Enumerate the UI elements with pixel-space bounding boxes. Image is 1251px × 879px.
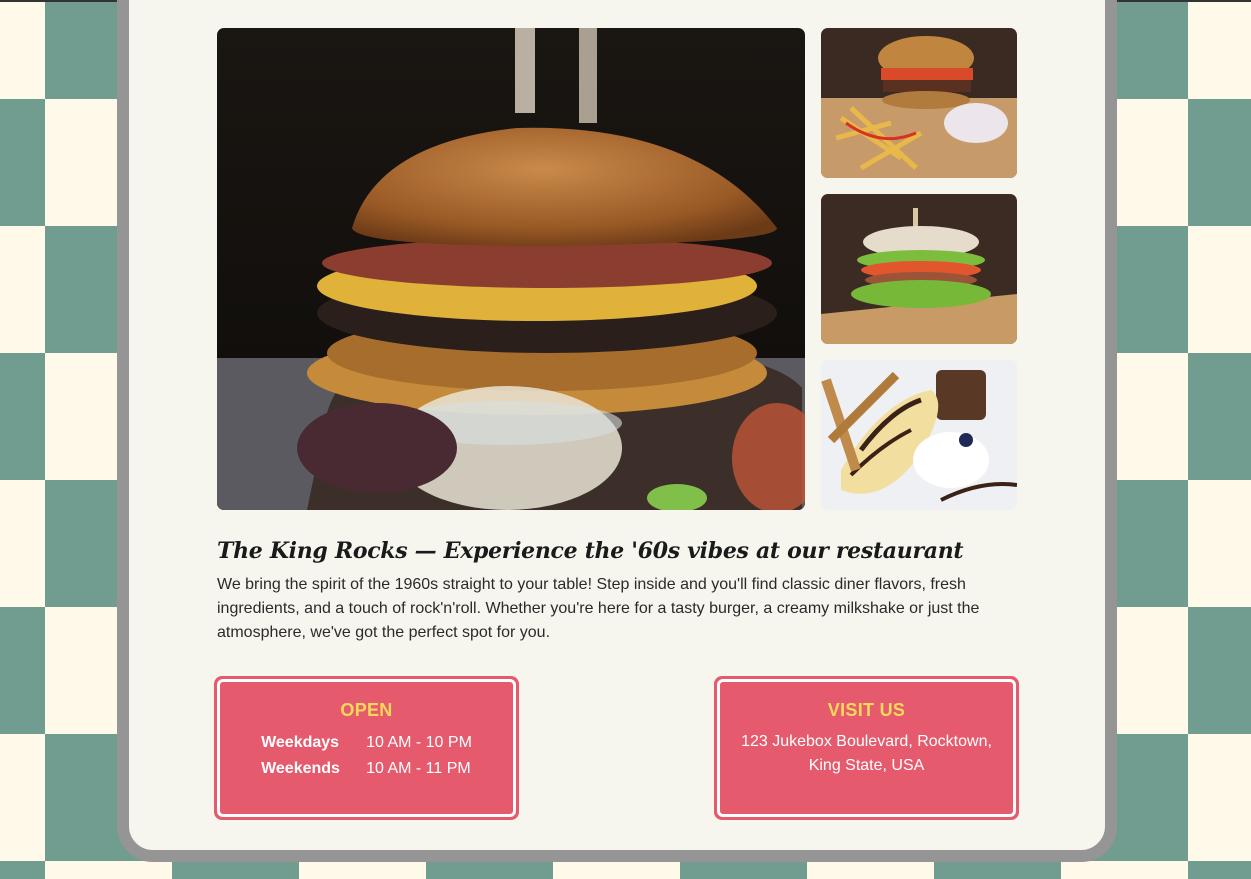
hours-row: Weekdays 10 AM - 10 PM [261,730,472,756]
open-title: OPEN [340,700,393,720]
main-burger-image [217,28,805,510]
hours-table: Weekdays 10 AM - 10 PM Weekends 10 AM - … [261,730,472,782]
address-text: 123 Jukebox Boulevard, Rocktown, King St… [741,733,992,774]
dessert-image [821,360,1017,510]
page-headline: The King Rocks — Experience the '60s vib… [217,538,964,564]
hours-row: Weekends 10 AM - 11 PM [261,756,472,782]
burger-fries-image [821,28,1017,178]
opening-hours-inner: OPEN Weekdays 10 AM - 10 PM Weekends 10 … [217,679,516,817]
weekends-hours: 10 AM - 11 PM [366,760,471,777]
sandwich-image [821,194,1017,344]
visit-us-inner: VISIT US 123 Jukebox Boulevard, Rocktown… [717,679,1016,817]
intro-paragraph: We bring the spirit of the 1960s straigh… [217,576,980,641]
visit-title: VISIT US [827,700,906,720]
visit-us-box: VISIT US 123 Jukebox Boulevard, Rocktown… [714,676,1019,820]
weekends-label: Weekends [261,760,340,777]
weekdays-label: Weekdays [261,734,340,751]
opening-hours-box: OPEN Weekdays 10 AM - 10 PM Weekends 10 … [214,676,519,820]
weekdays-hours: 10 AM - 10 PM [366,734,472,751]
